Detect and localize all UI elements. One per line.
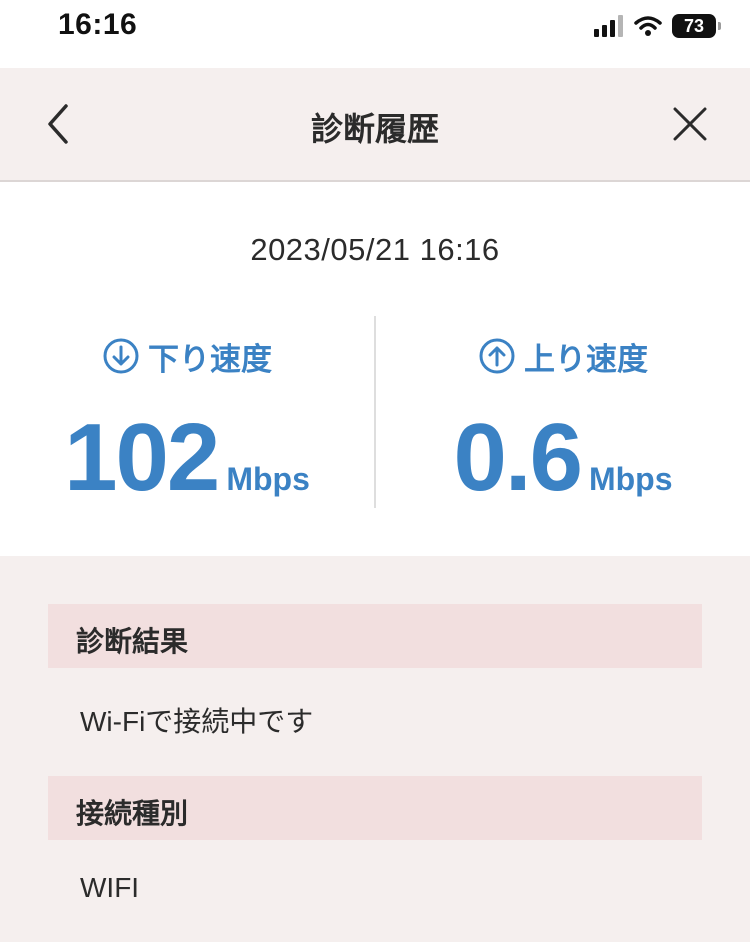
status-icons: 73 <box>594 12 721 40</box>
battery-icon: 73 <box>672 14 721 38</box>
battery-level: 73 <box>683 15 705 36</box>
connection-type-value: WIFI <box>80 872 140 903</box>
upload-value: 0.6 <box>453 404 583 511</box>
wifi-icon <box>634 16 662 36</box>
download-unit: Mbps <box>226 461 310 497</box>
download-speed: 下り速度 102 Mbps <box>0 332 374 522</box>
test-datetime: 2023/05/21 16:16 <box>250 232 500 267</box>
close-icon <box>673 107 707 141</box>
download-value: 102 <box>64 404 220 511</box>
diagnosis-result-value: Wi-Fiで接続中です <box>80 706 314 737</box>
upload-unit: Mbps <box>588 461 673 497</box>
diagnosis-result-header: 診断結果 <box>48 604 702 668</box>
arrow-down-circle-icon <box>103 338 139 374</box>
status-time: 16:16 <box>58 8 138 41</box>
download-label-text: 下り速度 <box>148 341 272 377</box>
nav-bar: 診断履歴 <box>0 68 750 182</box>
upload-value-row: 0.6 Mbps <box>376 410 750 506</box>
upload-speed: 上り速度 0.6 Mbps <box>376 332 750 522</box>
connection-type-title: 接続種別 <box>76 798 189 829</box>
diagnosis-result-title: 診断結果 <box>76 626 189 657</box>
arrow-up-circle-icon <box>479 338 515 374</box>
page-title: 診断履歴 <box>310 111 439 147</box>
download-label: 下り速度 <box>0 332 374 380</box>
connection-type-header: 接続種別 <box>48 776 702 840</box>
speed-result-card: 2023/05/21 16:16 下り速度 102 Mbps 上り速度 0.6 … <box>0 182 750 556</box>
download-value-row: 102 Mbps <box>0 410 374 506</box>
cellular-signal-icon <box>594 15 623 37</box>
status-bar: 16:16 73 <box>0 0 750 68</box>
upload-label: 上り速度 <box>376 332 750 380</box>
upload-label-text: 上り速度 <box>524 341 648 377</box>
close-button[interactable] <box>668 102 712 146</box>
